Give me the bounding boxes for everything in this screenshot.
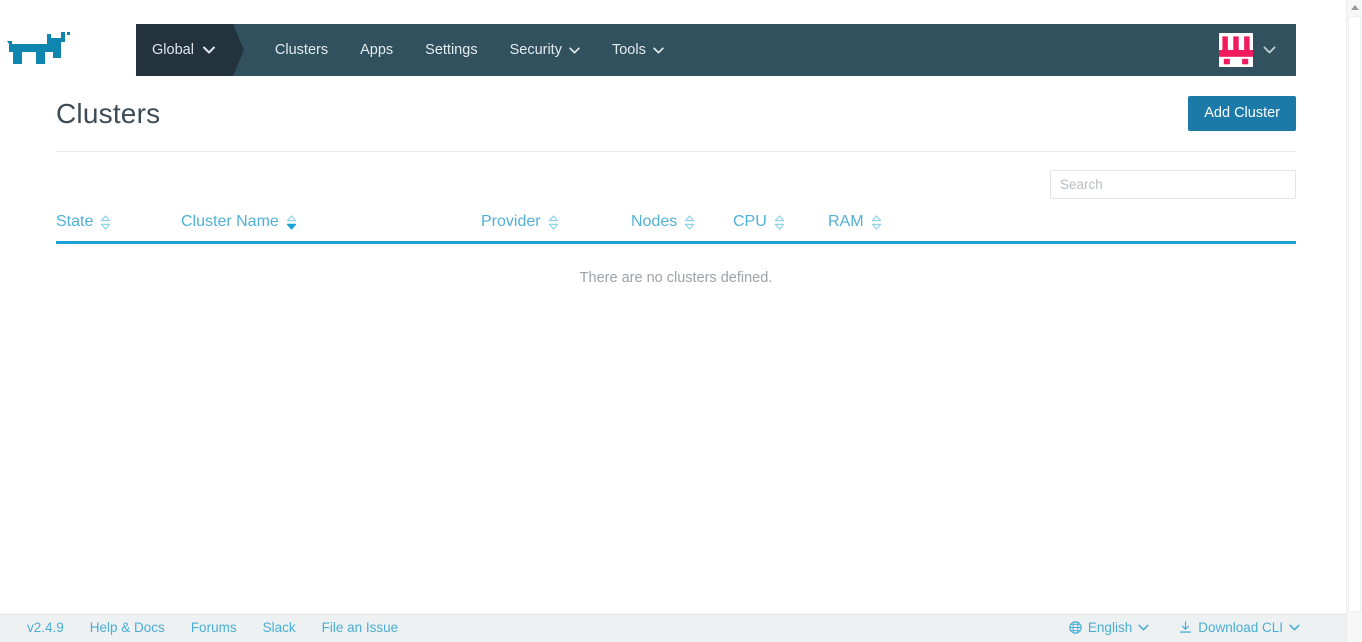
context-switcher-label: Global xyxy=(152,42,194,58)
nav-item-apps[interactable]: Apps xyxy=(344,24,409,76)
column-label: Provider xyxy=(481,213,541,231)
nav-item-label: Settings xyxy=(425,42,477,58)
context-switcher-global[interactable]: Global xyxy=(136,24,233,76)
table-head: State Cluster xyxy=(56,213,1296,243)
column-header-provider[interactable]: Provider xyxy=(481,213,631,243)
nav-item-label: Apps xyxy=(360,42,393,58)
empty-state-message: There are no clusters defined. xyxy=(56,243,1296,287)
rancher-logo[interactable] xyxy=(0,24,80,76)
chevron-down-icon xyxy=(653,47,664,54)
footer-link-file-an-issue[interactable]: File an Issue xyxy=(322,620,399,635)
rancher-cow-logo-icon xyxy=(7,30,73,70)
column-header-ram[interactable]: RAM xyxy=(828,213,1296,243)
nav-item-label: Security xyxy=(510,42,562,58)
footer-link-help-and-docs[interactable]: Help & Docs xyxy=(90,620,165,635)
column-label: State xyxy=(56,213,93,231)
chevron-down-icon xyxy=(203,46,215,54)
table-empty-row: There are no clusters defined. xyxy=(56,243,1296,287)
nav-links: Clusters Apps Settings Security Tools xyxy=(259,24,680,76)
nav-item-label: Tools xyxy=(612,42,646,58)
add-cluster-button[interactable]: Add Cluster xyxy=(1188,96,1296,131)
table-header-row: State Cluster xyxy=(56,213,1296,243)
download-icon xyxy=(1179,621,1192,634)
chevron-down-icon xyxy=(1138,624,1149,631)
page-viewport: Global Clusters Apps Settings Security xyxy=(0,0,1346,642)
nav-item-security[interactable]: Security xyxy=(494,24,596,76)
table-body: There are no clusters defined. xyxy=(56,243,1296,287)
page-header: Clusters Add Cluster xyxy=(56,76,1296,152)
sort-arrows-icon xyxy=(684,215,695,230)
sort-arrows-icon xyxy=(774,215,785,230)
language-label: English xyxy=(1088,620,1132,635)
nav-item-clusters[interactable]: Clusters xyxy=(259,24,344,76)
footer-version[interactable]: v2.4.9 xyxy=(27,620,64,635)
sort-arrows-icon xyxy=(548,215,559,230)
chevron-down-icon xyxy=(1289,624,1300,631)
page-footer: v2.4.9 Help & Docs Forums Slack File an … xyxy=(0,613,1346,642)
column-label: Cluster Name xyxy=(181,213,279,231)
sort-arrows-icon xyxy=(871,215,882,230)
page-title: Clusters xyxy=(56,98,160,130)
page-content: Clusters Add Cluster State xyxy=(0,76,1346,286)
clusters-table: State Cluster xyxy=(56,213,1296,286)
nav-item-label: Clusters xyxy=(275,42,328,58)
download-cli-menu[interactable]: Download CLI xyxy=(1179,620,1300,635)
globe-icon xyxy=(1069,621,1082,634)
user-identicon-avatar xyxy=(1219,33,1253,67)
user-menu[interactable] xyxy=(1219,24,1296,76)
sort-arrows-icon xyxy=(100,215,111,230)
column-header-cluster-name[interactable]: Cluster Name xyxy=(181,213,481,243)
column-label: Nodes xyxy=(631,213,677,231)
chevron-down-icon xyxy=(1263,46,1276,54)
vertical-scrollbar[interactable] xyxy=(1346,0,1362,642)
footer-link-forums[interactable]: Forums xyxy=(191,620,237,635)
download-cli-label: Download CLI xyxy=(1198,620,1283,635)
column-header-state[interactable]: State xyxy=(56,213,181,243)
chevron-down-icon xyxy=(569,47,580,54)
clusters-table-container: State Cluster xyxy=(56,213,1296,286)
footer-left-links: v2.4.9 Help & Docs Forums Slack File an … xyxy=(0,620,398,635)
navigation-bar: Global Clusters Apps Settings Security xyxy=(136,24,1296,76)
top-header: Global Clusters Apps Settings Security xyxy=(56,24,1296,76)
scrollbar-thumb[interactable] xyxy=(1348,16,1361,612)
footer-right-controls: English Download CLI xyxy=(1069,620,1346,635)
column-label: CPU xyxy=(733,213,767,231)
column-header-cpu[interactable]: CPU xyxy=(733,213,828,243)
search-input[interactable] xyxy=(1050,170,1296,199)
column-header-nodes[interactable]: Nodes xyxy=(631,213,733,243)
sort-arrows-icon xyxy=(286,215,297,230)
scroll-up-arrow-icon[interactable] xyxy=(1347,0,1362,15)
footer-link-slack[interactable]: Slack xyxy=(263,620,296,635)
nav-item-tools[interactable]: Tools xyxy=(596,24,680,76)
column-label: RAM xyxy=(828,213,864,231)
table-toolbar xyxy=(56,170,1296,199)
nav-item-settings[interactable]: Settings xyxy=(409,24,493,76)
language-selector[interactable]: English xyxy=(1069,620,1149,635)
